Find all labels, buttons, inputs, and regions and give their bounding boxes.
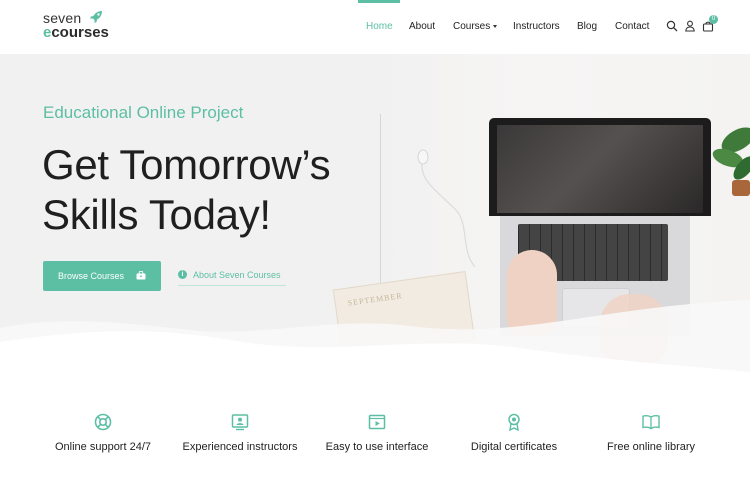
- feature-easy-interface: Easy to use interface: [307, 396, 447, 455]
- lifebuoy-icon: [94, 413, 112, 431]
- briefcase-icon: [136, 271, 146, 280]
- open-book-icon: [642, 415, 660, 430]
- rocket-icon: [90, 11, 102, 23]
- site-logo[interactable]: seven ecourses: [43, 10, 123, 42]
- certificate-badge-icon: [508, 413, 520, 432]
- hero-wave-divider: [0, 300, 750, 396]
- cart-count-badge: 0: [709, 15, 718, 24]
- instructor-screen-icon: [231, 414, 249, 431]
- feature-label: Easy to use interface: [325, 441, 429, 453]
- feature-label: Free online library: [606, 441, 696, 453]
- nav-instructors[interactable]: Instructors: [513, 21, 560, 32]
- hero-headline: Get Tomorrow’s Skills Today!: [42, 140, 382, 240]
- info-icon: i: [178, 270, 187, 279]
- nav-contact[interactable]: Contact: [615, 21, 649, 32]
- feature-digital-certificates: Digital certificates: [444, 396, 584, 455]
- nav-active-indicator: [358, 0, 400, 3]
- laptop-screen-image: [489, 118, 711, 216]
- nav-blog[interactable]: Blog: [577, 21, 597, 32]
- plant-image: [712, 127, 750, 196]
- headline-line-1: Get Tomorrow’s: [42, 141, 331, 188]
- site-header: seven ecourses Home About Courses Instru…: [0, 0, 750, 54]
- nav-courses-label: Courses: [453, 21, 491, 32]
- nav-home[interactable]: Home: [366, 21, 393, 32]
- hero-eyebrow: Educational Online Project: [43, 103, 244, 122]
- headline-line-2: Skills Today!: [42, 191, 271, 238]
- about-seven-courses-link[interactable]: i About Seven Courses: [178, 269, 286, 286]
- feature-free-library: Free online library: [581, 396, 721, 455]
- video-player-icon: [368, 414, 386, 430]
- feature-label: Experienced instructors: [182, 441, 298, 453]
- earphones-image: [417, 149, 476, 268]
- feature-experienced-instructors: Experienced instructors: [170, 396, 310, 455]
- nav-about[interactable]: About: [409, 21, 435, 32]
- nav-courses[interactable]: Courses: [453, 21, 498, 32]
- feature-label: Online support 24/7: [54, 441, 151, 453]
- laptop-display: [497, 125, 703, 213]
- user-icon[interactable]: [684, 20, 696, 32]
- feature-online-support: Online support 24/7: [33, 396, 173, 455]
- search-icon[interactable]: [666, 20, 678, 32]
- features-strip: Online support 24/7 Experienced instruct…: [0, 396, 750, 500]
- about-link-label: About Seven Courses: [193, 270, 281, 280]
- feature-label: Digital certificates: [470, 441, 558, 453]
- chevron-down-icon: [493, 24, 498, 28]
- logo-word-ecourses: ecourses: [43, 24, 109, 41]
- browse-courses-label: Browse Courses: [58, 271, 125, 281]
